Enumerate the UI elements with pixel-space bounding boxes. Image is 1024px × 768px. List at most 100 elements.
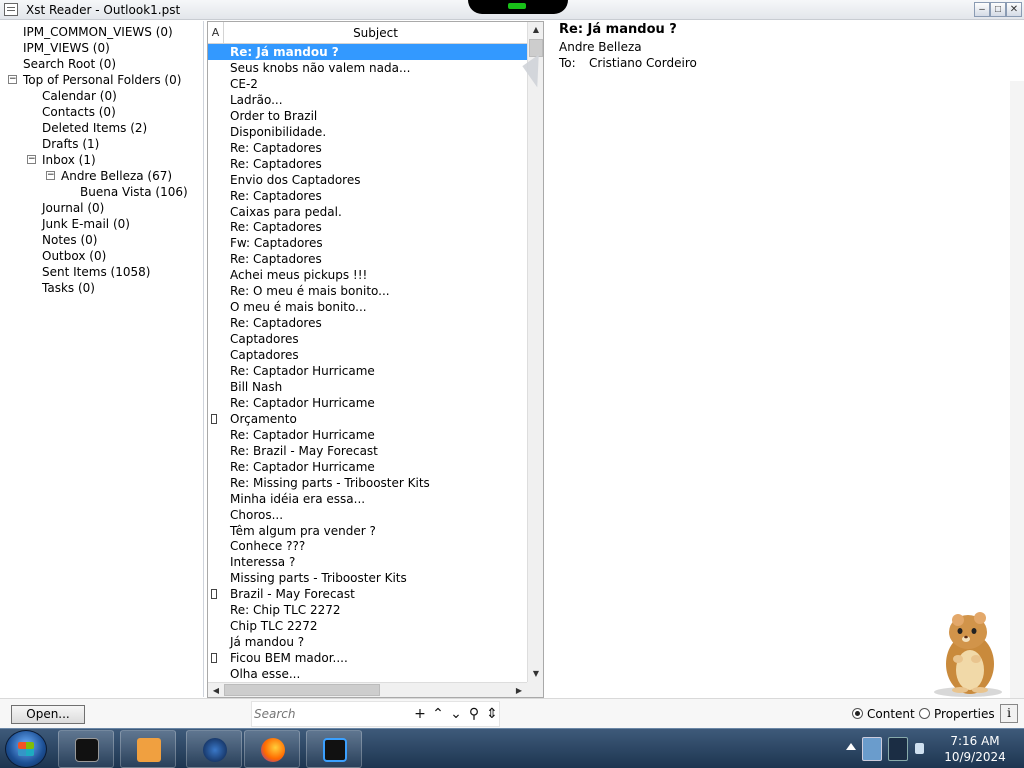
message-row[interactable]: Orçamento	[208, 411, 527, 427]
message-row[interactable]: Re: Captadores	[208, 219, 527, 235]
message-row[interactable]: Re: Já mandou ?	[208, 44, 527, 60]
minimize-button[interactable]: –	[974, 2, 990, 17]
message-row[interactable]: Re: Captador Hurricame	[208, 459, 527, 475]
folder-item[interactable]: Journal (0)	[42, 200, 104, 216]
folder-tree[interactable]: IPM_COMMON_VIEWS (0) IPM_VIEWS (0) Search …	[0, 21, 204, 697]
info-button[interactable]: i	[1000, 704, 1018, 723]
scroll-right-arrow-icon[interactable]: ▶	[511, 683, 527, 697]
previous-match-icon[interactable]: ⌃	[430, 704, 446, 724]
message-row[interactable]: Ficou BEM mador....	[208, 650, 527, 666]
folder-item[interactable]: − Andre Belleza (67)	[46, 168, 172, 184]
message-row[interactable]: Re: O meu é mais bonito...	[208, 283, 527, 299]
message-row[interactable]: CE-2	[208, 76, 527, 92]
message-row[interactable]: Fw: Captadores	[208, 235, 527, 251]
message-row[interactable]: O meu é mais bonito...	[208, 299, 527, 315]
message-row[interactable]: Achei meus pickups !!!	[208, 267, 527, 283]
open-button[interactable]: Open...	[11, 705, 85, 724]
message-row[interactable]: Seus knobs não valem nada...	[208, 60, 527, 76]
message-row[interactable]: Re: Brazil - May Forecast	[208, 443, 527, 459]
folder-item[interactable]: Search Root (0)	[23, 56, 116, 72]
message-row[interactable]: Caixas para pedal.	[208, 204, 527, 220]
horizontal-scroll-thumb[interactable]	[224, 684, 380, 696]
message-row[interactable]: Re: Captador Hurricame	[208, 363, 527, 379]
message-row[interactable]: Re: Captadores	[208, 315, 527, 331]
folder-item[interactable]: Sent Items (1058)	[42, 264, 150, 280]
message-row[interactable]: Re: Captador Hurricame	[208, 427, 527, 443]
message-row[interactable]: Re: Captadores	[208, 140, 527, 156]
taskbar-app-globe[interactable]	[186, 730, 242, 768]
message-row[interactable]: Re: Captadores	[208, 156, 527, 172]
message-row[interactable]: Têm algum pra vender ?	[208, 523, 527, 539]
content-radio-dot-icon[interactable]	[852, 708, 863, 719]
scroll-up-arrow-icon[interactable]: ▲	[528, 22, 543, 38]
message-row[interactable]: Missing parts - Tribooster Kits	[208, 570, 527, 586]
windows-start-icon[interactable]	[5, 730, 47, 768]
subject-column-header[interactable]: Subject	[224, 22, 527, 44]
collapse-toggle-icon[interactable]: −	[8, 75, 17, 84]
message-row[interactable]: Bill Nash	[208, 379, 527, 395]
clock-time[interactable]: 7:16 AM	[936, 733, 1014, 749]
properties-radio-dot-icon[interactable]	[919, 708, 930, 719]
folder-item[interactable]: IPM_COMMON_VIEWS (0)	[23, 24, 173, 40]
message-row[interactable]: Ladrão...	[208, 92, 527, 108]
taskbar-app-xst-reader[interactable]	[306, 730, 362, 768]
message-list[interactable]: A Subject Re: Já mandou ? Seus knobs não …	[207, 21, 544, 698]
message-row[interactable]: Envio dos Captadores	[208, 172, 527, 188]
message-row[interactable]: Re: Captadores	[208, 251, 527, 267]
message-row[interactable]: Re: Captador Hurricame	[208, 395, 527, 411]
taskbar-app-firefox[interactable]	[244, 730, 300, 768]
up-down-arrows-icon[interactable]: ⇕	[484, 704, 500, 724]
message-row[interactable]: Brazil - May Forecast	[208, 586, 527, 602]
collapse-toggle-icon[interactable]: −	[46, 171, 55, 180]
maximize-button[interactable]: □	[990, 2, 1006, 17]
title-bar[interactable]: Xst Reader - Outlook1.pst – □ ✕	[0, 0, 1024, 20]
add-icon[interactable]: +	[412, 704, 428, 724]
folder-item[interactable]: Buena Vista (106)	[80, 184, 188, 200]
message-list-vertical-scrollbar[interactable]: ▲ ▼	[527, 22, 543, 682]
scroll-left-arrow-icon[interactable]: ◀	[208, 683, 224, 697]
message-row[interactable]: Re: Missing parts - Tribooster Kits	[208, 475, 527, 491]
message-list-horizontal-scrollbar[interactable]: ◀ ▶	[208, 682, 527, 697]
message-row[interactable]: Re: Chip TLC 2272	[208, 602, 527, 618]
vertical-scroll-thumb[interactable]	[529, 39, 543, 57]
folder-item[interactable]: Tasks (0)	[42, 280, 95, 296]
folder-item[interactable]: Outbox (0)	[42, 248, 106, 264]
message-row[interactable]: Disponibilidade.	[208, 124, 527, 140]
folder-item[interactable]: − Top of Personal Folders (0)	[8, 72, 181, 88]
clock-date[interactable]: 10/9/2024	[936, 749, 1014, 765]
folder-item[interactable]: Calendar (0)	[42, 88, 117, 104]
folder-item[interactable]: Contacts (0)	[42, 104, 116, 120]
message-row[interactable]: Conhece ???	[208, 538, 527, 554]
search-icon[interactable]: ⚲	[466, 704, 482, 724]
folder-item[interactable]: Junk E-mail (0)	[42, 216, 130, 232]
next-match-icon[interactable]: ⌄	[448, 704, 464, 724]
folder-item[interactable]: IPM_VIEWS (0)	[23, 40, 110, 56]
folder-item[interactable]: Drafts (1)	[42, 136, 99, 152]
display-icon[interactable]	[888, 737, 908, 761]
message-row[interactable]: Choros...	[208, 507, 527, 523]
collapse-toggle-icon[interactable]: −	[27, 155, 36, 164]
folder-item[interactable]: Deleted Items (2)	[42, 120, 147, 136]
attachment-column-header[interactable]: A	[208, 22, 224, 44]
close-button[interactable]: ✕	[1006, 2, 1022, 17]
message-row[interactable]: Captadores	[208, 347, 527, 363]
show-hidden-icons-icon[interactable]	[846, 743, 856, 750]
folder-item[interactable]: − Inbox (1)	[27, 152, 96, 168]
message-row[interactable]: Order to Brazil	[208, 108, 527, 124]
content-scrollbar[interactable]	[1010, 81, 1024, 701]
search-input[interactable]	[254, 705, 404, 723]
content-radio[interactable]: Content	[852, 706, 915, 722]
taskbar-app-media-player[interactable]	[120, 730, 176, 768]
message-row[interactable]: Interessa ?	[208, 554, 527, 570]
message-row[interactable]: Minha idéia era essa...	[208, 491, 527, 507]
message-row[interactable]: Re: Captadores	[208, 188, 527, 204]
volume-icon[interactable]	[914, 737, 926, 761]
scroll-down-arrow-icon[interactable]: ▼	[528, 666, 543, 682]
folder-item[interactable]: Notes (0)	[42, 232, 97, 248]
taskbar-app-terminal[interactable]	[58, 730, 114, 768]
network-icon[interactable]	[862, 737, 882, 761]
message-row[interactable]: Captadores	[208, 331, 527, 347]
message-row[interactable]: Chip TLC 2272	[208, 618, 527, 634]
message-row[interactable]: Já mandou ?	[208, 634, 527, 650]
message-row[interactable]: Olha esse...	[208, 666, 527, 682]
